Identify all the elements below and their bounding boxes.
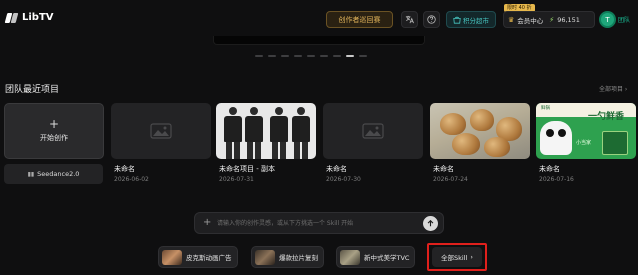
project-card-4[interactable] <box>430 103 530 159</box>
onion-shape <box>484 137 510 157</box>
onion-shape <box>470 109 494 131</box>
all-projects-link[interactable]: 全部项目 › <box>599 84 627 93</box>
project-date: 2026-06-02 <box>114 176 149 183</box>
carousel-dot[interactable] <box>333 55 341 57</box>
project-card-3[interactable] <box>323 103 423 159</box>
character-figure <box>268 107 290 159</box>
all-skill-button[interactable]: 全部Skill › <box>432 247 482 267</box>
panda-mascot <box>540 121 572 155</box>
create-project-card[interactable]: + 开始创作 <box>4 103 104 159</box>
project-name: 未命名 <box>433 165 454 173</box>
translate-button[interactable] <box>401 11 418 28</box>
skill-chip-remake[interactable]: 爆款拉片复刻 <box>251 246 324 268</box>
member-center-button[interactable]: ♛ 会员中心 ⚡ 96,151 <box>503 11 595 28</box>
carousel-dot[interactable] <box>359 55 367 57</box>
poster-subtitle: 小当家 <box>576 140 592 146</box>
all-skill-label: 全部Skill <box>441 254 468 262</box>
arrow-up-icon <box>427 220 434 227</box>
model-icon: ▮▮ <box>27 170 35 178</box>
skill-label: 皮克斯动画广告 <box>186 254 232 262</box>
creator-tour-button[interactable]: 创作者巡回赛 <box>326 11 393 28</box>
creator-tour-label: 创作者巡回赛 <box>338 15 381 24</box>
skill-chip-pixar[interactable]: 皮克斯动画广告 <box>158 246 238 268</box>
project-card-5[interactable]: 鲜锅 一勺鲜香 小当家 <box>536 103 636 159</box>
help-button[interactable] <box>423 11 440 28</box>
project-card-2[interactable] <box>216 103 316 159</box>
project-name: 未命名 <box>539 165 560 173</box>
carousel-dot-active[interactable] <box>346 55 354 57</box>
plus-icon: + <box>48 117 60 131</box>
poster-title: 一勺鲜香 <box>588 112 625 122</box>
prompt-bar: + <box>194 212 444 234</box>
avatar[interactable]: T <box>599 11 616 28</box>
skill-thumbnail <box>255 249 275 265</box>
all-skill-highlight: 全部Skill › <box>427 243 487 271</box>
banner <box>0 36 638 46</box>
carousel-dot[interactable] <box>268 55 276 57</box>
project-date: 2026-07-16 <box>539 176 574 183</box>
carousel-dot[interactable] <box>320 55 328 57</box>
skill-chip-tvc[interactable]: 新中式美学TVC <box>336 246 416 268</box>
project-name: 未命名项目 - 副本 <box>219 165 275 173</box>
crown-icon: ♛ <box>508 15 515 24</box>
carousel-dot[interactable] <box>255 55 263 57</box>
credits-market-label: 积分超市 <box>463 16 489 25</box>
store-icon <box>453 16 461 24</box>
add-attachment-icon[interactable]: + <box>203 217 211 228</box>
project-date: 2026-07-30 <box>326 176 361 183</box>
carousel-dot[interactable] <box>281 55 289 57</box>
poster-tag: 鲜锅 <box>541 106 550 111</box>
prompt-input[interactable] <box>217 217 417 230</box>
help-icon <box>427 15 436 24</box>
character-figure <box>290 107 312 159</box>
skill-label: 新中式美学TVC <box>364 254 410 262</box>
send-button[interactable] <box>423 216 438 231</box>
model-label: Seedance2.0 <box>37 170 80 178</box>
credits-icon: ⚡ <box>549 15 555 24</box>
chevron-right-icon: › <box>470 253 473 261</box>
skill-thumbnail <box>162 249 182 265</box>
carousel-dots <box>255 55 367 57</box>
onion-shape <box>440 113 466 135</box>
project-card-1[interactable] <box>111 103 211 159</box>
character-figure <box>243 107 265 159</box>
logo-text: LibTV <box>22 12 54 23</box>
account-menu[interactable]: T 团队 <box>599 10 633 29</box>
section-title: 团队最近项目 <box>5 85 60 95</box>
create-label: 开始创作 <box>40 134 68 142</box>
app-logo[interactable]: LibTV <box>6 12 54 23</box>
credits-count: 96,151 <box>557 15 580 24</box>
image-placeholder-icon <box>150 123 172 139</box>
top-bar: LibTV 创作者巡回赛 积分超市 限时 40 折 ♛ 会员中心 ⚡ 96,15… <box>0 0 638 36</box>
product-pack <box>602 131 628 155</box>
logo-icon <box>6 13 18 23</box>
model-selector[interactable]: ▮▮ Seedance2.0 <box>4 164 103 184</box>
project-name: 未命名 <box>326 165 347 173</box>
skill-label: 爆款拉片复刻 <box>279 254 318 262</box>
project-date: 2026-07-24 <box>433 176 468 183</box>
image-placeholder-icon <box>362 123 384 139</box>
carousel-dot[interactable] <box>294 55 302 57</box>
project-name: 未命名 <box>114 165 135 173</box>
character-figure <box>222 107 244 159</box>
translate-icon <box>405 15 414 24</box>
carousel-dot[interactable] <box>307 55 315 57</box>
member-center-label: 会员中心 <box>517 16 544 25</box>
banner-image <box>213 36 425 45</box>
onion-shape <box>452 133 480 155</box>
team-label: 团队 <box>618 17 631 24</box>
credits-market-button[interactable]: 积分超市 <box>446 11 496 28</box>
skill-thumbnail <box>340 249 360 265</box>
project-date: 2026-07-31 <box>219 176 254 183</box>
